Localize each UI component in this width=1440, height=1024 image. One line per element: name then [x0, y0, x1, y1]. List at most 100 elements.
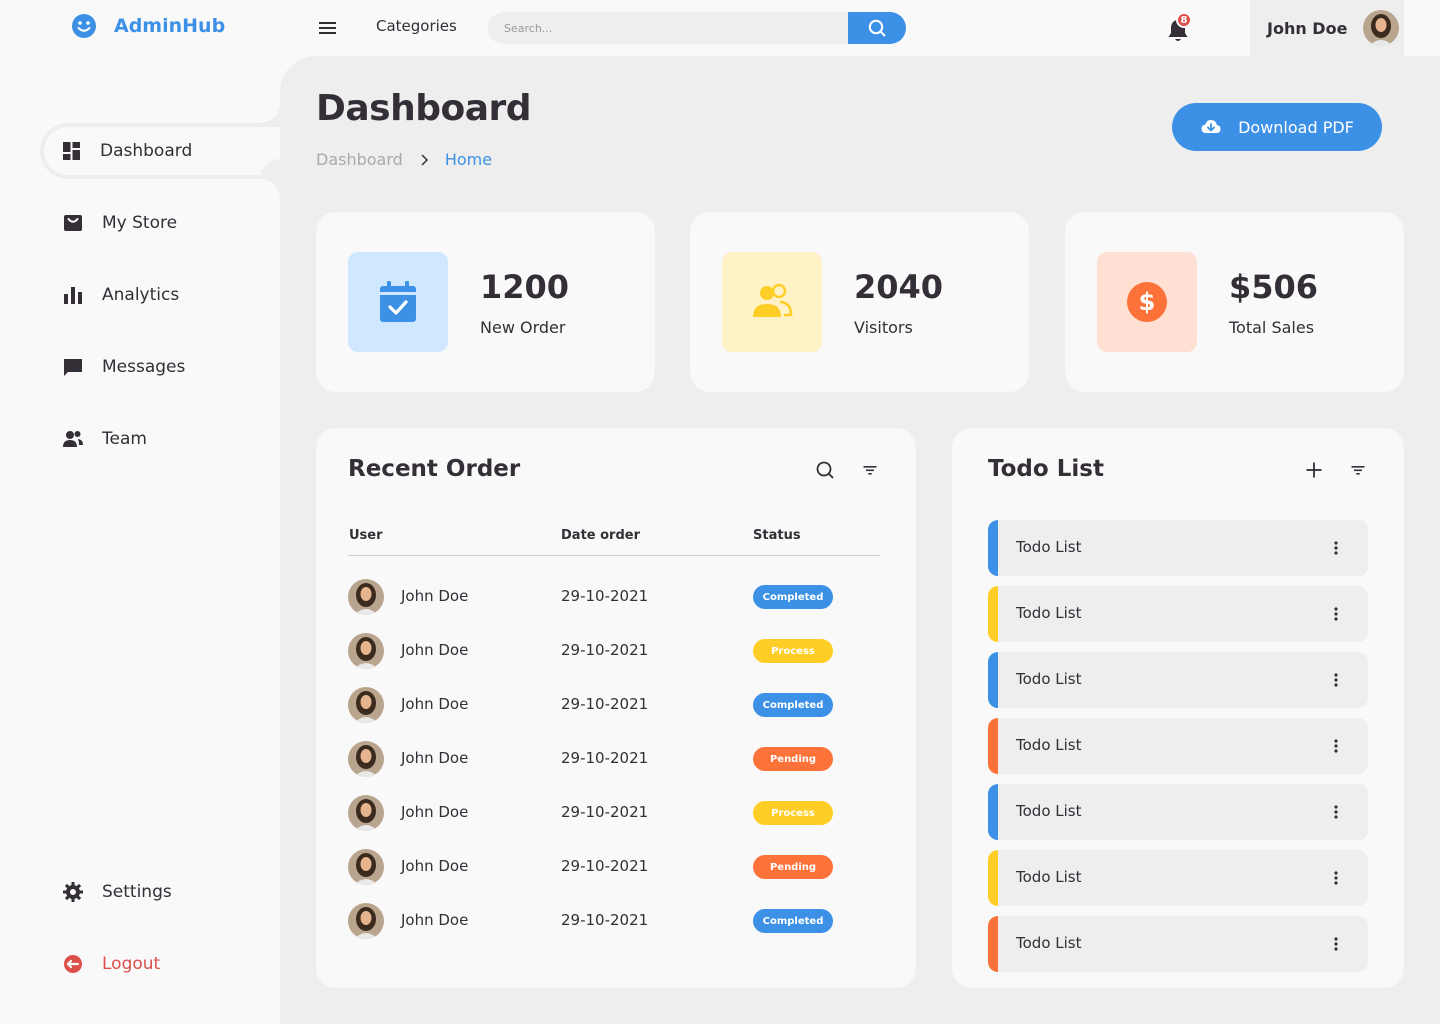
- table-header-divider: [348, 555, 880, 556]
- column-header: User: [349, 528, 383, 543]
- sidebar-item-dashboard[interactable]: Dashboard: [40, 123, 280, 179]
- status-badge: Process: [753, 801, 833, 825]
- sidebar-item-analytics[interactable]: Analytics: [40, 267, 280, 323]
- profile-button[interactable]: John Doe: [1250, 0, 1404, 56]
- table-row[interactable]: John Doe 29-10-2021 Completed: [348, 678, 880, 732]
- sidebar-item-label: Settings: [102, 882, 172, 902]
- download-pdf-button[interactable]: Download PDF: [1172, 103, 1382, 151]
- todo-item[interactable]: Todo List: [988, 520, 1368, 576]
- table-row[interactable]: John Doe 29-10-2021 Pending: [348, 840, 880, 894]
- avatar: [348, 741, 384, 777]
- todo-item[interactable]: Todo List: [988, 916, 1368, 972]
- stat-icon-box: [348, 252, 448, 352]
- todo-filter-button[interactable]: [1348, 460, 1368, 480]
- sidebar-item-team[interactable]: Team: [40, 411, 280, 467]
- todo-item[interactable]: Todo List: [988, 718, 1368, 774]
- todo-color-bar: [988, 850, 998, 906]
- order-date: 29-10-2021: [561, 641, 649, 659]
- order-date: 29-10-2021: [561, 911, 649, 929]
- search-input[interactable]: [488, 12, 848, 44]
- column-header: Status: [753, 528, 801, 543]
- order-user: John Doe: [401, 587, 469, 605]
- column-header: Date order: [561, 528, 640, 543]
- sidebar-item-my-store[interactable]: My Store: [40, 195, 280, 251]
- order-user: John Doe: [401, 911, 469, 929]
- todo-color-bar: [988, 916, 998, 972]
- more-vertical-icon[interactable]: [1328, 538, 1344, 558]
- avatar: [348, 579, 384, 615]
- table-row[interactable]: John Doe 29-10-2021 Process: [348, 624, 880, 678]
- brand[interactable]: AdminHub: [70, 12, 225, 40]
- bar-chart-icon: [64, 287, 82, 304]
- order-date: 29-10-2021: [561, 803, 649, 821]
- search-icon: [816, 461, 834, 479]
- more-vertical-icon[interactable]: [1328, 604, 1344, 624]
- breadcrumb-item[interactable]: Dashboard: [316, 150, 403, 169]
- sidebar-item-messages[interactable]: Messages: [40, 339, 280, 395]
- team-icon: [63, 431, 83, 447]
- order-date: 29-10-2021: [561, 857, 649, 875]
- categories-link[interactable]: Categories: [376, 17, 457, 35]
- more-vertical-icon[interactable]: [1328, 802, 1344, 822]
- table-row[interactable]: John Doe 29-10-2021 Completed: [348, 894, 880, 948]
- avatar: [348, 687, 384, 723]
- sidebar-item-label: Messages: [102, 357, 186, 377]
- table-row[interactable]: John Doe 29-10-2021 Process: [348, 786, 880, 840]
- stat-value: 1200: [480, 268, 570, 306]
- more-vertical-icon[interactable]: [1328, 670, 1344, 690]
- profile-name: John Doe: [1267, 18, 1348, 38]
- sidebar-item-settings[interactable]: Settings: [40, 864, 280, 920]
- main-content: Dashboard Dashboard Home Download PDF 12…: [280, 56, 1440, 1024]
- sidebar-item-label: Team: [102, 429, 147, 449]
- chat-bubble-icon: [64, 359, 82, 376]
- todo-color-bar: [988, 520, 998, 576]
- filter-icon: [1351, 466, 1365, 475]
- status-badge: Pending: [753, 747, 833, 771]
- order-user: John Doe: [401, 857, 469, 875]
- order-user: John Doe: [401, 749, 469, 767]
- todo-item[interactable]: Todo List: [988, 652, 1368, 708]
- todo-item[interactable]: Todo List: [988, 586, 1368, 642]
- sidebar-item-label: My Store: [102, 213, 178, 233]
- order-search-button[interactable]: [815, 460, 835, 480]
- search-button[interactable]: [848, 12, 906, 44]
- more-vertical-icon[interactable]: [1328, 736, 1344, 756]
- todo-item[interactable]: Todo List: [988, 784, 1368, 840]
- todo-label: Todo List: [1016, 538, 1082, 556]
- more-vertical-icon[interactable]: [1328, 934, 1344, 954]
- cloud-download-icon: [1201, 120, 1221, 133]
- search-icon: [868, 19, 886, 37]
- table-row[interactable]: John Doe 29-10-2021 Pending: [348, 732, 880, 786]
- breadcrumb: Dashboard Home: [316, 150, 492, 169]
- breadcrumb-item-active[interactable]: Home: [445, 150, 492, 169]
- todo-label: Todo List: [1016, 670, 1082, 688]
- sidebar-item-logout[interactable]: Logout: [40, 936, 280, 992]
- hamburger-menu-icon[interactable]: [318, 18, 338, 38]
- sidebar-item-label: Dashboard: [100, 141, 193, 161]
- search-form: [488, 12, 906, 44]
- status-badge: Process: [753, 639, 833, 663]
- todo-card: Todo List Todo List Todo List Todo List Tod…: [952, 428, 1404, 988]
- stat-label: Total Sales: [1229, 318, 1315, 337]
- todo-item[interactable]: Todo List: [988, 850, 1368, 906]
- sidebar: Dashboard My Store Analytics Messages Te…: [0, 56, 280, 1024]
- recent-order-title: Recent Order: [348, 456, 521, 482]
- stat-label: New Order: [480, 318, 566, 337]
- order-date: 29-10-2021: [561, 695, 649, 713]
- order-filter-button[interactable]: [860, 460, 880, 480]
- gear-icon: [63, 882, 83, 902]
- order-user: John Doe: [401, 695, 469, 713]
- more-vertical-icon[interactable]: [1328, 868, 1344, 888]
- notification-button[interactable]: 8: [1164, 12, 1192, 44]
- avatar: [348, 633, 384, 669]
- plus-icon: [1306, 462, 1322, 478]
- dashboard-icon: [63, 142, 80, 160]
- todo-color-bar: [988, 784, 998, 840]
- svg-text:$: $: [1139, 288, 1156, 316]
- todo-label: Todo List: [1016, 802, 1082, 820]
- todo-add-button[interactable]: [1304, 460, 1324, 480]
- table-row[interactable]: John Doe 29-10-2021 Completed: [348, 570, 880, 624]
- todo-title: Todo List: [988, 456, 1104, 482]
- status-badge: Completed: [753, 909, 833, 933]
- todo-label: Todo List: [1016, 604, 1082, 622]
